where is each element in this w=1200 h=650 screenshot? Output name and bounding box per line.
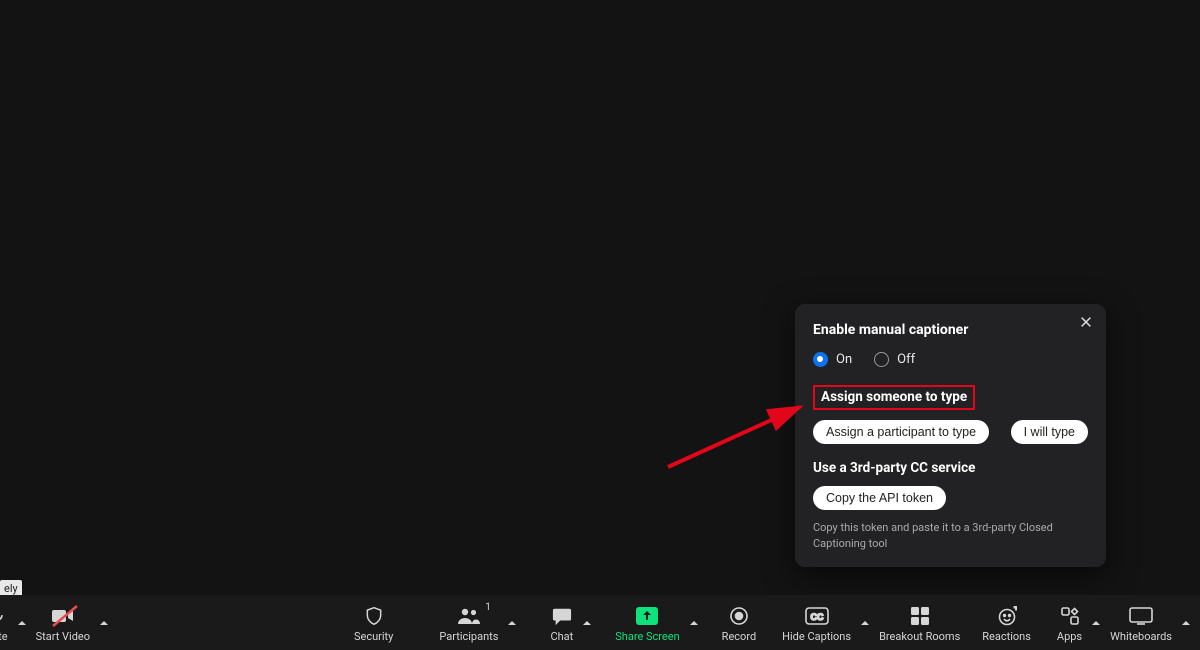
participants-options-caret[interactable]	[504, 595, 520, 650]
popover-title: Enable manual captioner	[813, 322, 1088, 338]
close-icon[interactable]	[1076, 312, 1096, 332]
reactions-button[interactable]: + Reactions	[976, 595, 1037, 650]
radio-dot-icon	[874, 352, 889, 367]
mute-label: nute	[0, 631, 8, 642]
apps-button[interactable]: Apps	[1051, 595, 1088, 650]
captioner-radio-group: On Off	[813, 352, 1088, 367]
radio-off[interactable]: Off	[874, 352, 915, 367]
caption-settings-popover: Enable manual captioner On Off Assign so…	[795, 304, 1106, 567]
participants-icon: 1	[457, 604, 481, 628]
chat-options-caret[interactable]	[579, 595, 595, 650]
security-button[interactable]: Security	[348, 595, 399, 650]
assign-heading: Assign someone to type	[821, 389, 967, 405]
apps-label: Apps	[1057, 631, 1082, 642]
svg-text:+: +	[1014, 606, 1017, 612]
svg-text:CC: CC	[810, 612, 823, 622]
apps-options-caret[interactable]	[1088, 595, 1104, 650]
assign-participant-button[interactable]: Assign a participant to type	[813, 420, 989, 444]
share-options-caret[interactable]	[686, 595, 702, 650]
microphone-icon	[0, 604, 7, 628]
hide-captions-button[interactable]: CC Hide Captions	[776, 595, 857, 650]
record-button[interactable]: Record	[716, 595, 762, 650]
mute-options-caret[interactable]	[14, 595, 30, 650]
whiteboards-button[interactable]: Whiteboards	[1104, 595, 1178, 650]
start-video-label: Start Video	[36, 631, 90, 642]
whiteboards-options-caret[interactable]	[1178, 595, 1194, 650]
radio-off-label: Off	[897, 352, 915, 367]
participants-label: Participants	[439, 631, 498, 642]
chat-button[interactable]: Chat	[544, 595, 579, 650]
breakout-rooms-label: Breakout Rooms	[879, 631, 960, 642]
share-screen-icon	[635, 604, 659, 628]
apps-icon	[1060, 604, 1080, 628]
assign-button-row: Assign a participant to type I will type	[813, 420, 1088, 444]
radio-on[interactable]: On	[813, 352, 852, 367]
camera-off-icon	[51, 604, 75, 628]
reactions-icon: +	[997, 604, 1017, 628]
record-label: Record	[722, 631, 756, 642]
radio-on-label: On	[836, 352, 852, 367]
security-label: Security	[354, 631, 393, 642]
radio-dot-icon	[813, 352, 828, 367]
breakout-rooms-icon	[910, 604, 930, 628]
participants-count: 1	[485, 602, 491, 613]
whiteboards-label: Whiteboards	[1110, 631, 1172, 642]
breakout-rooms-button[interactable]: Breakout Rooms	[873, 595, 966, 650]
participants-button[interactable]: 1 Participants	[433, 595, 504, 650]
start-video-button[interactable]: Start Video	[30, 595, 96, 650]
reactions-label: Reactions	[982, 631, 1031, 642]
i-will-type-button[interactable]: I will type	[1011, 420, 1088, 444]
copy-api-token-button[interactable]: Copy the API token	[813, 486, 946, 510]
record-icon	[729, 604, 749, 628]
share-screen-label: Share Screen	[615, 631, 679, 642]
shield-icon	[364, 604, 384, 628]
mute-button[interactable]: nute	[0, 595, 14, 650]
share-screen-button[interactable]: Share Screen	[609, 595, 685, 650]
help-text: Copy this token and paste it to a 3rd-pa…	[813, 520, 1088, 551]
whiteboard-icon	[1129, 604, 1153, 628]
chat-icon	[551, 604, 573, 628]
meeting-toolbar: nute Start Video Security 1	[0, 595, 1200, 650]
annotation-highlight: Assign someone to type	[813, 385, 975, 410]
video-options-caret[interactable]	[96, 595, 112, 650]
captions-options-caret[interactable]	[857, 595, 873, 650]
cc-icon: CC	[805, 604, 829, 628]
hide-captions-label: Hide Captions	[782, 631, 851, 642]
chat-label: Chat	[550, 631, 573, 642]
third-party-heading: Use a 3rd-party CC service	[813, 460, 1088, 476]
